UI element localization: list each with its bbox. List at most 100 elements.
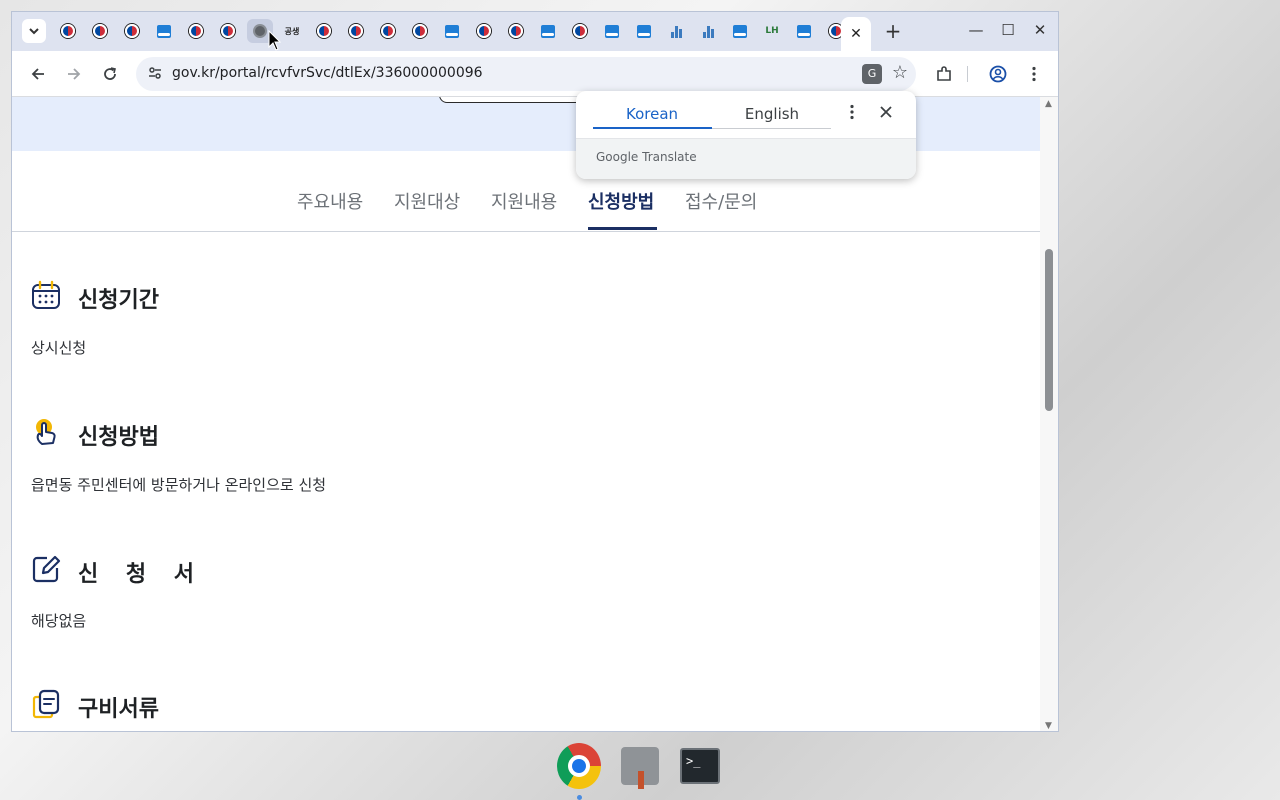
running-indicator (577, 795, 582, 800)
site-info-icon[interactable] (146, 65, 164, 83)
close-window-button[interactable]: ✕ (1030, 21, 1050, 39)
reload-icon (104, 67, 116, 80)
browser-tab[interactable] (727, 19, 753, 43)
profile-icon (989, 65, 1007, 83)
gov24-favicon-icon (541, 24, 555, 38)
hand-pointer-icon (36, 419, 56, 445)
terminal-icon: >_ (680, 748, 720, 784)
flag-favicon-icon (573, 24, 587, 38)
flag-favicon-icon (317, 24, 331, 38)
scroll-up-icon[interactable]: ▲ (1045, 99, 1052, 109)
browser-tab[interactable]: ✕ (841, 17, 871, 51)
flag-favicon-icon (477, 24, 491, 38)
translate-active-indicator (593, 127, 712, 129)
documents-icon (32, 689, 60, 719)
flag-favicon-icon (413, 24, 427, 38)
browser-tab[interactable] (439, 19, 465, 43)
tab-support-details[interactable]: 지원내용 (491, 188, 557, 214)
translate-icon[interactable]: G (862, 64, 882, 84)
browser-tab[interactable] (343, 19, 369, 43)
browser-tab[interactable] (503, 19, 529, 43)
address-bar[interactable]: gov.kr/portal/rcvfvrSvc/dtlEx/3360000000… (136, 57, 916, 91)
browser-tab[interactable] (791, 19, 817, 43)
section-body: 읍면동 주민센터에 방문하거나 온라인으로 신청 (31, 476, 327, 494)
browser-tab[interactable] (55, 19, 81, 43)
profile-button[interactable] (986, 62, 1010, 86)
translate-footer: Google Translate (576, 138, 916, 179)
browser-tab[interactable] (183, 19, 209, 43)
tab-main-content[interactable]: 주요내용 (297, 188, 363, 214)
browser-tab[interactable] (471, 19, 497, 43)
browser-tab[interactable] (695, 19, 721, 43)
browser-tab[interactable]: 공생 (279, 19, 305, 43)
arrow-left-icon (31, 68, 44, 80)
toolbar-divider (967, 66, 968, 82)
page-scrollbar[interactable]: ▲ ▼ (1040, 97, 1058, 731)
taskbar-chrome[interactable] (557, 743, 601, 789)
flag-favicon-icon (125, 24, 139, 38)
translate-tab-english[interactable]: English (712, 105, 832, 123)
browser-tab[interactable] (663, 19, 689, 43)
tab-eligibility[interactable]: 지원대상 (394, 188, 460, 214)
extensions-button[interactable] (932, 62, 956, 86)
page-viewport: 주요내용 지원대상 지원내용 신청방법 접수/문의 신청기간 상시신청 신청방법… (12, 97, 1042, 731)
active-tab-indicator (588, 227, 657, 230)
tab-search-button[interactable] (22, 19, 46, 43)
section-body: 상시신청 (31, 339, 87, 357)
taskbar-tool[interactable] (618, 744, 662, 789)
gov24-favicon-icon (797, 24, 811, 38)
calendar-icon (32, 280, 60, 309)
tab-reception-inquiry[interactable]: 접수/문의 (685, 188, 757, 214)
back-button[interactable] (26, 62, 50, 86)
browser-tab[interactable] (87, 19, 113, 43)
close-icon (880, 106, 892, 118)
gov24-favicon-icon (605, 24, 619, 38)
translate-options-button[interactable] (844, 104, 860, 124)
kebab-menu-icon (850, 104, 854, 120)
browser-tab[interactable]: LH (759, 19, 785, 43)
translate-tab-korean[interactable]: Korean (592, 105, 712, 123)
browser-tab[interactable] (599, 19, 625, 43)
hero-search-box[interactable] (439, 97, 589, 103)
tab-strip: 공생 LH ✕ + — ☐ ✕ (12, 12, 1058, 51)
kebab-menu-icon (1032, 66, 1036, 82)
tab-application-method[interactable]: 신청방법 (588, 188, 654, 214)
browser-tab[interactable] (311, 19, 337, 43)
scroll-down-icon[interactable]: ▼ (1045, 721, 1052, 731)
browser-tab[interactable] (151, 19, 177, 43)
menu-button[interactable] (1022, 62, 1046, 86)
edit-form-icon (32, 555, 61, 583)
arrow-right-icon (68, 68, 81, 80)
gov24-favicon-icon (157, 24, 171, 38)
browser-tab[interactable] (407, 19, 433, 43)
url-text[interactable]: gov.kr/portal/rcvfvrSvc/dtlEx/3360000000… (172, 65, 483, 81)
browser-tab[interactable] (215, 19, 241, 43)
reload-button[interactable] (98, 62, 122, 86)
gov24-favicon-icon (445, 24, 459, 38)
puzzle-icon (937, 66, 951, 81)
browser-tab[interactable] (631, 19, 657, 43)
flag-favicon-icon (381, 24, 395, 38)
section-title: 신청방법 (78, 425, 159, 450)
flag-favicon-icon (509, 24, 523, 38)
taskbar-terminal[interactable]: >_ (678, 744, 722, 788)
forward-button[interactable] (62, 62, 86, 86)
new-tab-button[interactable]: + (882, 20, 904, 42)
section-title: 신 청 서 (78, 562, 205, 587)
translate-popup: Korean English Google Translate (576, 91, 916, 179)
browser-tab[interactable] (535, 19, 561, 43)
minimize-button[interactable]: — (966, 21, 986, 39)
scrollbar-thumb[interactable] (1045, 249, 1053, 411)
tab-close-icon[interactable]: ✕ (850, 26, 862, 42)
chevron-down-icon (29, 28, 39, 35)
translate-close-button[interactable] (876, 103, 896, 123)
browser-tab[interactable] (119, 19, 145, 43)
bookmark-star-icon[interactable]: ☆ (892, 62, 908, 83)
globe-favicon-icon (253, 24, 267, 38)
browser-tab[interactable] (375, 19, 401, 43)
maximize-button[interactable]: ☐ (998, 21, 1018, 39)
lh-favicon-icon: LH (765, 26, 779, 36)
flag-favicon-icon (61, 24, 75, 38)
section-body: 해당없음 (31, 612, 87, 630)
browser-tab[interactable] (567, 19, 593, 43)
